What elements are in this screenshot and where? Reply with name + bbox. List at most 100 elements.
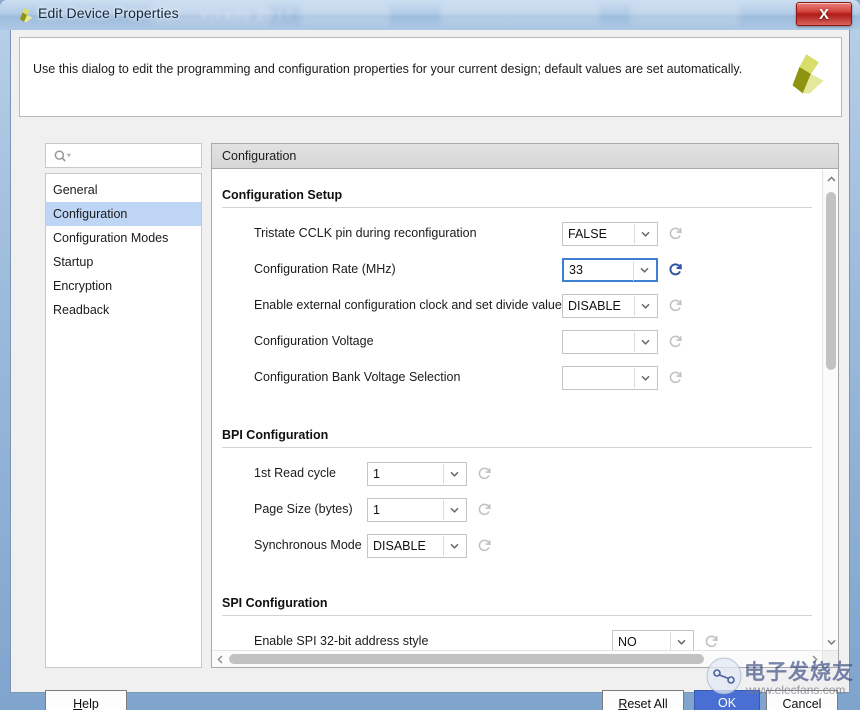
chevron-down-icon — [450, 471, 459, 477]
reset-icon — [668, 297, 683, 314]
scroll-down-button[interactable] — [823, 633, 839, 650]
field-value: 1 — [373, 467, 380, 481]
reset-icon — [668, 261, 683, 278]
search-box[interactable] — [45, 143, 202, 168]
form-row: 1st Read cycle 1 — [212, 462, 812, 486]
chevron-right-icon — [812, 655, 818, 664]
scroll-up-button[interactable] — [823, 170, 839, 187]
field-label: Enable external configuration clock and … — [254, 298, 562, 312]
section-title: Configuration Setup — [222, 188, 812, 207]
glass-streak — [300, 4, 390, 25]
sidebar-item-configuration[interactable]: Configuration — [46, 202, 201, 226]
help-button[interactable]: Help — [45, 690, 127, 710]
field-select[interactable]: 1 — [367, 498, 467, 522]
window-title: Edit Device Properties — [38, 5, 179, 21]
form-row: Configuration Rate (MHz) 33 — [212, 258, 812, 282]
vertical-scrollbar[interactable] — [822, 170, 838, 650]
select-divider — [634, 296, 635, 316]
sidebar-item-configuration-modes[interactable]: Configuration Modes — [46, 226, 201, 250]
sidebar-item-general[interactable]: General — [46, 178, 201, 202]
field-select[interactable] — [562, 366, 658, 390]
panel-body: Configuration Setup Tristate CCLK pin dur… — [212, 170, 823, 650]
field-label: Configuration Bank Voltage Selection — [254, 370, 460, 384]
section-title: BPI Configuration — [222, 428, 812, 447]
form-row: Page Size (bytes) 1 — [212, 498, 812, 522]
field-select[interactable]: 33 — [562, 258, 658, 282]
section-divider — [222, 615, 812, 616]
section-2: SPI Configuration — [222, 596, 812, 616]
field-select[interactable]: NO — [612, 630, 694, 650]
sidebar-item-startup[interactable]: Startup — [46, 250, 201, 274]
reset-field-button[interactable] — [477, 465, 492, 482]
chevron-down-icon — [677, 639, 686, 645]
section-1: BPI Configuration — [222, 428, 812, 448]
reset-field-button[interactable] — [477, 501, 492, 518]
reset-field-button[interactable] — [668, 369, 683, 386]
field-value: FALSE — [568, 227, 607, 241]
reset-field-button[interactable] — [477, 537, 492, 554]
select-divider — [443, 536, 444, 556]
select-divider — [634, 332, 635, 352]
field-label: Page Size (bytes) — [254, 502, 353, 516]
form-row: Configuration Bank Voltage Selection — [212, 366, 812, 390]
dialog-window: Edit Device Properties Vivado 2017 X Use… — [0, 0, 860, 710]
vertical-scrollbar-thumb[interactable] — [826, 192, 836, 370]
form-row: Enable external configuration clock and … — [212, 294, 812, 318]
reset-field-button[interactable] — [668, 297, 683, 314]
reset-field-button[interactable] — [668, 225, 683, 242]
chevron-down-icon — [641, 375, 650, 381]
title-ghost-text: Vivado 2017 — [200, 7, 294, 22]
close-button[interactable]: X — [796, 2, 852, 26]
chevron-down-icon — [450, 543, 459, 549]
field-select[interactable]: FALSE — [562, 222, 658, 246]
section-divider — [222, 207, 812, 208]
sidebar-item-readback[interactable]: Readback — [46, 298, 201, 322]
chevron-down-icon — [641, 231, 650, 237]
sidebar-nav[interactable]: General Configuration Configuration Mode… — [45, 173, 202, 668]
horizontal-scrollbar-thumb[interactable] — [229, 654, 704, 664]
select-divider — [633, 261, 634, 281]
field-value: 1 — [373, 503, 380, 517]
field-label: Enable SPI 32-bit address style — [254, 634, 428, 648]
ok-button[interactable]: OK — [694, 690, 760, 710]
scroll-right-button[interactable] — [807, 651, 823, 667]
cancel-button[interactable]: Cancel — [766, 690, 838, 710]
field-value: DISABLE — [568, 299, 621, 313]
chevron-down-icon — [827, 639, 836, 645]
search-icon — [53, 149, 73, 164]
reset-icon — [477, 537, 492, 554]
reset-field-button[interactable] — [704, 633, 719, 650]
field-select[interactable]: DISABLE — [367, 534, 467, 558]
xilinx-logo-icon — [16, 7, 33, 24]
section-0: Configuration Setup — [222, 188, 812, 208]
reset-field-button[interactable] — [668, 261, 683, 278]
info-banner: Use this dialog to edit the programming … — [19, 37, 842, 117]
sidebar-item-encryption[interactable]: Encryption — [46, 274, 201, 298]
field-label: Configuration Rate (MHz) — [254, 262, 396, 276]
horizontal-scrollbar[interactable] — [212, 650, 823, 667]
glass-streak — [630, 4, 740, 25]
panel-title: Configuration — [222, 149, 296, 163]
section-title: SPI Configuration — [222, 596, 812, 615]
field-label: Configuration Voltage — [254, 334, 374, 348]
select-divider — [634, 224, 635, 244]
form-row: Tristate CCLK pin during reconfiguration… — [212, 222, 812, 246]
field-select[interactable] — [562, 330, 658, 354]
field-value: 33 — [569, 263, 583, 277]
chevron-down-icon — [450, 507, 459, 513]
reset-all-button[interactable]: Reset All — [602, 690, 684, 710]
ok-button-label: OK — [695, 691, 759, 710]
reset-field-button[interactable] — [668, 333, 683, 350]
field-select[interactable]: 1 — [367, 462, 467, 486]
help-button-label: Help — [73, 697, 99, 710]
field-label: 1st Read cycle — [254, 466, 336, 480]
section-divider — [222, 447, 812, 448]
search-input[interactable] — [74, 144, 200, 167]
field-select[interactable]: DISABLE — [562, 294, 658, 318]
select-divider — [634, 368, 635, 388]
xilinx-logo-icon — [783, 52, 825, 98]
form-row: Synchronous ModeDISABLE — [212, 534, 812, 558]
scroll-left-button[interactable] — [212, 651, 228, 667]
reset-all-button-label: Reset All — [618, 697, 667, 710]
reset-icon — [477, 465, 492, 482]
